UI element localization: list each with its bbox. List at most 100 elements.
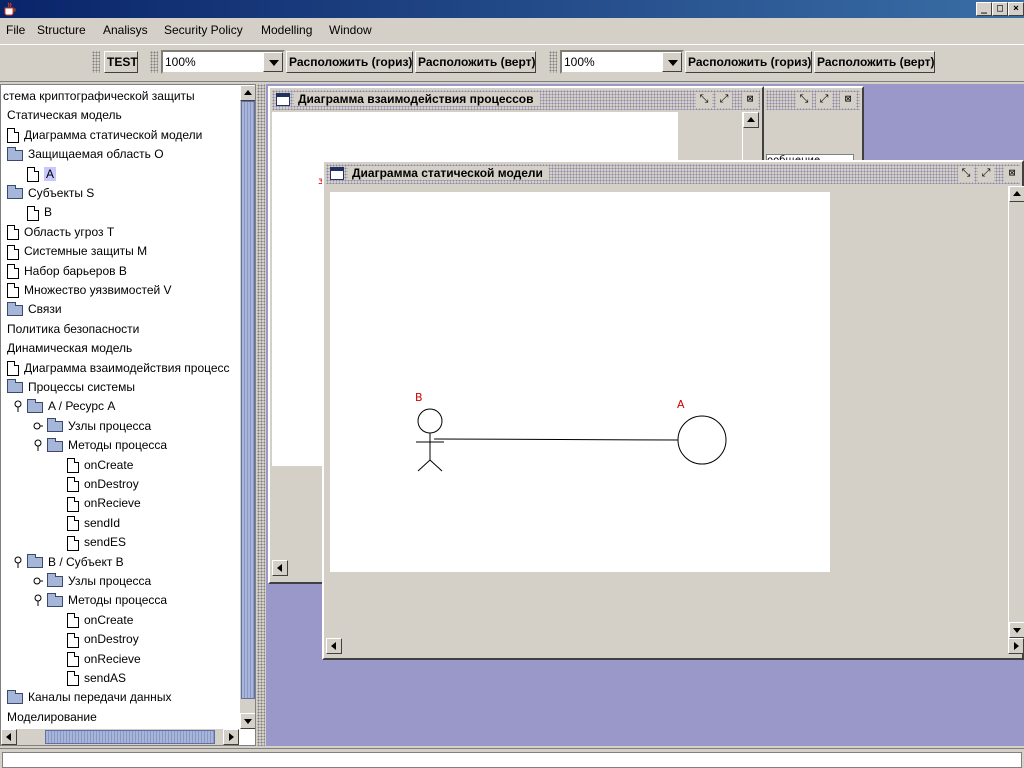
chevron-down-icon[interactable]	[263, 52, 283, 72]
association-line[interactable]	[433, 438, 681, 441]
expand-handle-right-icon[interactable]	[33, 420, 43, 432]
scroll-up-arrow-icon[interactable]	[240, 85, 255, 101]
app-minimize-button[interactable]: _	[976, 2, 992, 16]
test-button[interactable]: TEST	[104, 51, 138, 73]
iconify-icon[interactable]: ⤡	[796, 92, 812, 108]
expand-handle-down-icon[interactable]	[13, 400, 23, 413]
app-maximize-button[interactable]: □	[992, 2, 1008, 16]
app-close-button[interactable]: ×	[1008, 2, 1024, 16]
tree-node[interactable]: A	[27, 165, 57, 183]
scroll-down-arrow-icon[interactable]	[240, 713, 255, 729]
chevron-down-icon[interactable]	[662, 52, 682, 72]
tree-node[interactable]: Статическая модель	[7, 106, 122, 124]
tree-node[interactable]: Методы процесса	[34, 591, 167, 609]
toolbar-grip[interactable]	[150, 51, 158, 73]
tree-node[interactable]: Связи	[7, 300, 62, 318]
scroll-up-arrow-icon[interactable]	[743, 112, 759, 128]
scroll-up-arrow-icon[interactable]	[1009, 186, 1024, 202]
actor-b[interactable]	[416, 408, 444, 472]
scroll-down-arrow-icon[interactable]	[1009, 622, 1024, 638]
close-icon[interactable]: ⊠	[742, 92, 758, 108]
tree-node[interactable]: Узлы процесса	[33, 572, 151, 590]
structure-tree[interactable]: стема криптографической защиты Статическа…	[0, 84, 256, 746]
frame-title-bar[interactable]: Диаграмма статической модели ⤡ ⤢ ⊠	[326, 164, 1020, 184]
tree-node[interactable]: sendId	[67, 514, 120, 532]
tree-node[interactable]: Множество уязвимостей V	[7, 281, 172, 299]
tree-vertical-scrollbar[interactable]	[239, 85, 255, 729]
tree-node[interactable]: onCreate	[67, 456, 133, 474]
tree-node[interactable]: Процессы системы	[7, 378, 135, 396]
maximize-icon[interactable]: ⤢	[978, 166, 994, 182]
tree-node[interactable]: onDestroy	[67, 630, 139, 648]
tree-node[interactable]: onCreate	[67, 611, 133, 629]
frame-title-bar[interactable]: ⤡ ⤢ ⊠	[766, 90, 860, 110]
static-diagram-canvas[interactable]: B A	[330, 192, 830, 572]
tree-node[interactable]: Каналы передачи данных	[7, 688, 171, 706]
tree-node[interactable]: sendES	[67, 533, 126, 551]
arrange-vertical-button[interactable]: Расположить (верт)	[415, 51, 536, 73]
tree-node[interactable]: B	[27, 203, 52, 221]
maximize-icon[interactable]: ⤢	[816, 92, 832, 108]
menu-window[interactable]: Window	[329, 23, 372, 37]
menu-analisys[interactable]: Analisys	[103, 23, 148, 37]
close-icon[interactable]: ⊠	[1004, 166, 1020, 182]
tree-node[interactable]: Диаграмма взаимодействия процесс	[7, 359, 230, 377]
expand-handle-down-icon[interactable]	[33, 594, 43, 607]
scroll-left-arrow-icon[interactable]	[326, 638, 342, 654]
tree-node-label: Область угроз T	[24, 224, 115, 239]
tree-node[interactable]: A / Ресурс A	[14, 397, 115, 415]
menu-structure[interactable]: Structure	[37, 23, 86, 37]
split-pane-divider[interactable]	[257, 84, 265, 746]
arrange-horizontal-button[interactable]: Расположить (гориз)	[286, 51, 413, 73]
frame-vertical-scrollbar[interactable]	[1008, 186, 1024, 638]
tree-node[interactable]: Набор барьеров B	[7, 262, 127, 280]
tree-node-label: onCreate	[84, 612, 134, 627]
expand-handle-right-icon[interactable]	[33, 575, 43, 587]
tree-node[interactable]: Динамическая модель	[7, 339, 132, 357]
maximize-icon[interactable]: ⤢	[716, 92, 732, 108]
frame-horizontal-scrollbar[interactable]	[326, 638, 1024, 654]
tree-node[interactable]: onDestroy	[67, 475, 139, 493]
tree-node[interactable]: sendAS	[67, 669, 126, 687]
tree-node[interactable]: Узлы процесса	[33, 417, 151, 435]
frame-title-bar[interactable]: Диаграмма взаимодействия процессов ⤡ ⤢ ⊠	[272, 90, 760, 110]
tree-node[interactable]: Область угроз T	[7, 223, 114, 241]
expand-handle-down-icon[interactable]	[33, 439, 43, 452]
resource-a-circle[interactable]	[677, 415, 727, 465]
tree-node[interactable]: Субъекты S	[7, 184, 94, 202]
menu-modelling[interactable]: Modelling	[261, 23, 312, 37]
scroll-right-arrow-icon[interactable]	[223, 729, 239, 745]
tree-node[interactable]: Политика безопасности	[7, 320, 139, 338]
arrange-horizontal-button[interactable]: Расположить (гориз)	[685, 51, 812, 73]
tree-node[interactable]: onRecieve	[67, 650, 141, 668]
tree-node-label: sendId	[84, 515, 121, 530]
internal-frame-static-model[interactable]: Диаграмма статической модели ⤡ ⤢ ⊠ B A	[322, 160, 1024, 660]
scroll-right-arrow-icon[interactable]	[1008, 638, 1024, 654]
tree-node[interactable]: B / Субъект B	[14, 553, 124, 571]
iconify-icon[interactable]: ⤡	[958, 166, 974, 182]
tree-node[interactable]: Методы процесса	[34, 436, 167, 454]
tree-node[interactable]: onRecieve	[67, 494, 141, 512]
zoom-select[interactable]: 100%	[560, 50, 684, 74]
toolbar-grip[interactable]	[92, 51, 100, 73]
scroll-thumb[interactable]	[241, 101, 255, 699]
frame-title: Диаграмма статической модели	[348, 166, 549, 180]
arrange-vertical-button[interactable]: Расположить (верт)	[814, 51, 935, 73]
tree-horizontal-scrollbar[interactable]	[1, 729, 239, 745]
tree-node[interactable]: Моделирование	[7, 708, 97, 726]
folder-icon	[7, 301, 23, 316]
scroll-thumb[interactable]	[45, 730, 215, 744]
scroll-left-arrow-icon[interactable]	[1, 729, 17, 745]
tree-node[interactable]: Системные защиты M	[7, 242, 147, 260]
tree-node[interactable]: Диаграмма статической модели	[7, 126, 202, 144]
menu-security-policy[interactable]: Security Policy	[164, 23, 243, 37]
iconify-icon[interactable]: ⤡	[696, 92, 712, 108]
toolbar-grip[interactable]	[549, 51, 557, 73]
menu-file[interactable]: File	[6, 23, 25, 37]
tree-node[interactable]: стема криптографической защиты	[3, 87, 195, 105]
tree-node[interactable]: Защищаемая область O	[7, 145, 164, 163]
scroll-left-arrow-icon[interactable]	[272, 560, 288, 576]
zoom-select[interactable]: 100%	[161, 50, 285, 74]
close-icon[interactable]: ⊠	[840, 92, 856, 108]
expand-handle-down-icon[interactable]	[13, 556, 23, 568]
